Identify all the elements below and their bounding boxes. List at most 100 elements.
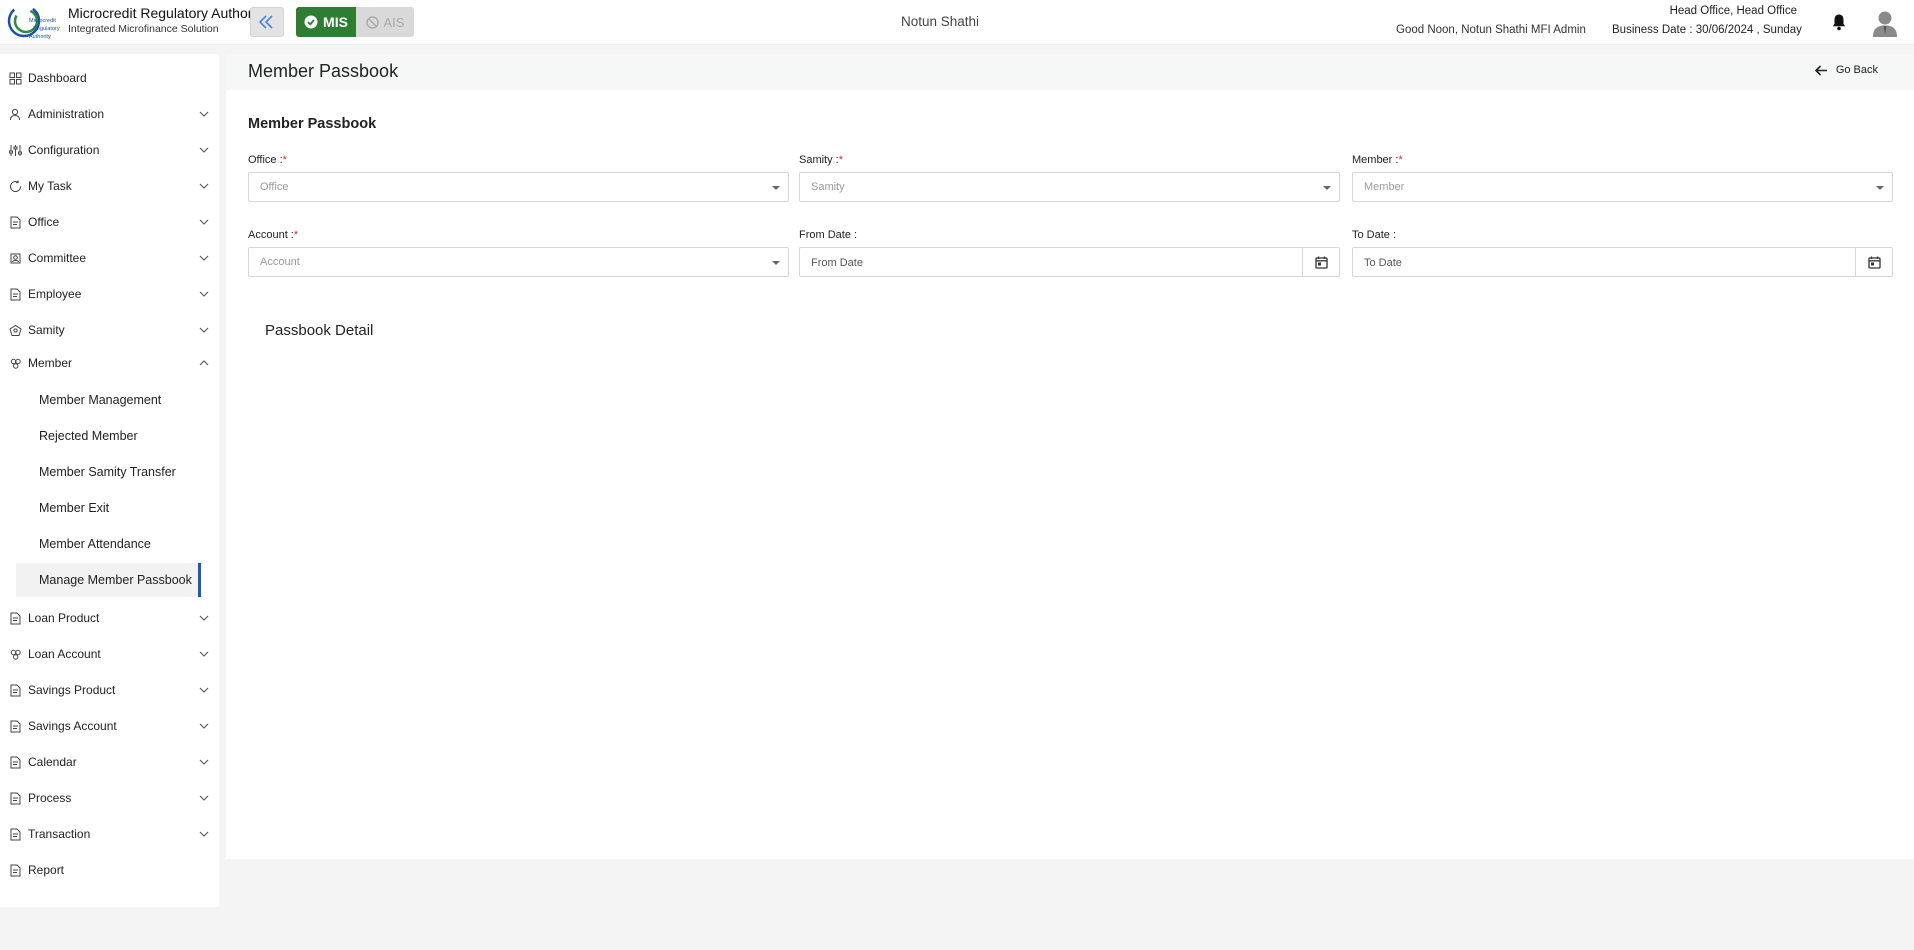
sidebar-item-label: Dashboard xyxy=(28,71,87,85)
sidebar-item-member[interactable]: Member xyxy=(0,348,219,378)
go-back-label: Go Back xyxy=(1835,64,1878,76)
document-icon xyxy=(10,216,21,228)
chevron-down-icon xyxy=(199,327,209,333)
passbook-detail-title: Passbook Detail xyxy=(265,322,374,339)
sidebar-item-label: Loan Account xyxy=(28,647,101,661)
sidebar-item-label: Process xyxy=(28,791,72,805)
to-date-input[interactable]: To Date xyxy=(1352,247,1893,277)
account-label: Account :* xyxy=(248,229,299,241)
office-select[interactable]: Office xyxy=(248,172,789,202)
required-marker: * xyxy=(282,154,287,166)
from-date-input[interactable]: From Date xyxy=(799,247,1340,277)
chevron-down-icon xyxy=(199,615,209,621)
sidebar-item-administration[interactable]: Administration xyxy=(0,99,219,129)
submenu-manage-member-passbook[interactable]: Manage Member Passbook xyxy=(16,563,201,597)
user-avatar-icon[interactable] xyxy=(1870,8,1900,38)
caret-down-icon xyxy=(1323,186,1331,190)
office-placeholder: Office xyxy=(260,181,289,193)
sidebar-item-label: Configuration xyxy=(28,143,100,157)
from-date-placeholder: From Date xyxy=(811,257,863,269)
submenu-member-management[interactable]: Member Management xyxy=(16,383,201,417)
sidebar-item-label: Samity xyxy=(28,323,65,337)
account-placeholder: Account xyxy=(260,256,300,268)
chevron-down-icon xyxy=(199,831,209,837)
admin-icon xyxy=(10,108,20,120)
committee-icon xyxy=(10,253,21,263)
sidebar-item-configuration[interactable]: Configuration xyxy=(0,135,219,165)
check-circle-icon xyxy=(304,15,318,29)
required-marker: * xyxy=(293,229,299,241)
submenu-member-exit[interactable]: Member Exit xyxy=(16,491,201,525)
sidebar-item-transaction[interactable]: Transaction xyxy=(0,819,219,849)
sidebar-item-loan-product[interactable]: Loan Product xyxy=(0,603,219,633)
submenu-member-samity-transfer[interactable]: Member Samity Transfer xyxy=(16,455,201,489)
sidebar-item-label: Committee xyxy=(28,251,87,265)
sidebar-item-process[interactable]: Process xyxy=(0,783,219,813)
sidebar-item-savings-product[interactable]: Savings Product xyxy=(0,675,219,705)
bell-icon[interactable] xyxy=(1831,13,1847,31)
sidebar-item-dashboard[interactable]: Dashboard xyxy=(0,63,219,93)
ais-label: AIS xyxy=(383,14,405,30)
submenu-rejected-member[interactable]: Rejected Member xyxy=(16,419,201,453)
svg-text:Microcredit: Microcredit xyxy=(29,18,56,24)
required-marker: * xyxy=(838,154,844,166)
document-icon xyxy=(10,612,21,624)
sidebar-item-office[interactable]: Office xyxy=(0,207,219,237)
sidebar-item-my-task[interactable]: My Task xyxy=(0,171,219,201)
sidebar-item-report[interactable]: Report xyxy=(0,855,219,885)
member-select[interactable]: Member xyxy=(1352,172,1893,202)
chevron-down-icon xyxy=(199,291,209,297)
sidebar-item-samity[interactable]: Samity xyxy=(0,315,219,345)
sidebar-item-committee[interactable]: Committee xyxy=(0,243,219,273)
chevron-down-icon xyxy=(199,219,209,225)
chevron-down-icon xyxy=(199,147,209,153)
to-date-calendar-button[interactable] xyxy=(1855,248,1892,276)
chevron-down-icon xyxy=(199,723,209,729)
sidebar-item-employee[interactable]: Employee xyxy=(0,279,219,309)
top-bar: Microcredit Regulatory Authority Microcr… xyxy=(0,0,1914,45)
chevron-up-icon xyxy=(199,360,209,366)
caret-down-icon xyxy=(1876,186,1884,190)
submenu-label: Member Management xyxy=(39,393,162,407)
caret-down-icon xyxy=(772,186,780,190)
samity-label: Samity :* xyxy=(799,154,844,166)
chevron-down-icon xyxy=(199,183,209,189)
ais-mode-button[interactable]: AIS xyxy=(356,7,414,37)
svg-text:Regulatory: Regulatory xyxy=(33,26,60,32)
mra-logo: Microcredit Regulatory Authority xyxy=(7,4,60,40)
calendar-icon xyxy=(1314,256,1328,269)
sidebar-collapse-button[interactable] xyxy=(250,7,284,37)
chevron-down-icon xyxy=(199,255,209,261)
current-office: Head Office, Head Office xyxy=(1669,5,1797,17)
chevron-down-icon xyxy=(199,687,209,693)
submenu-member-attendance[interactable]: Member Attendance xyxy=(16,527,201,561)
svg-text:Authority: Authority xyxy=(29,34,51,40)
grid-icon xyxy=(9,72,22,84)
from-date-label: From Date : xyxy=(799,229,858,241)
sidebar-item-label: Transaction xyxy=(28,827,91,841)
section-title: Member Passbook xyxy=(248,116,377,132)
samity-select[interactable]: Samity xyxy=(799,172,1340,202)
mode-switch: MIS AIS xyxy=(296,7,414,37)
go-back-button[interactable]: Go Back xyxy=(1814,64,1878,76)
sidebar-item-calendar[interactable]: Calendar xyxy=(0,747,219,777)
chevron-down-icon xyxy=(199,111,209,117)
submenu-label: Member Exit xyxy=(39,501,110,515)
arrow-left-icon xyxy=(1814,64,1827,76)
member-placeholder: Member xyxy=(1364,181,1405,193)
office-label: Office :* xyxy=(248,154,287,166)
sidebar-item-label: Report xyxy=(28,863,65,877)
mis-mode-button[interactable]: MIS xyxy=(296,7,356,37)
document-icon xyxy=(10,828,21,840)
from-date-calendar-button[interactable] xyxy=(1302,248,1339,276)
sidebar-item-label: Calendar xyxy=(28,755,77,769)
sidebar: Dashboard Administration Configuration M… xyxy=(0,54,219,907)
sidebar-item-label: My Task xyxy=(28,179,72,193)
sidebar-item-loan-account[interactable]: Loan Account xyxy=(0,639,219,669)
account-select[interactable]: Account xyxy=(248,247,789,277)
sidebar-item-savings-account[interactable]: Savings Account xyxy=(0,711,219,741)
samity-placeholder: Samity xyxy=(811,181,845,193)
submenu-label: Rejected Member xyxy=(39,429,138,443)
blocked-icon xyxy=(365,15,379,29)
required-marker: * xyxy=(1398,154,1403,166)
